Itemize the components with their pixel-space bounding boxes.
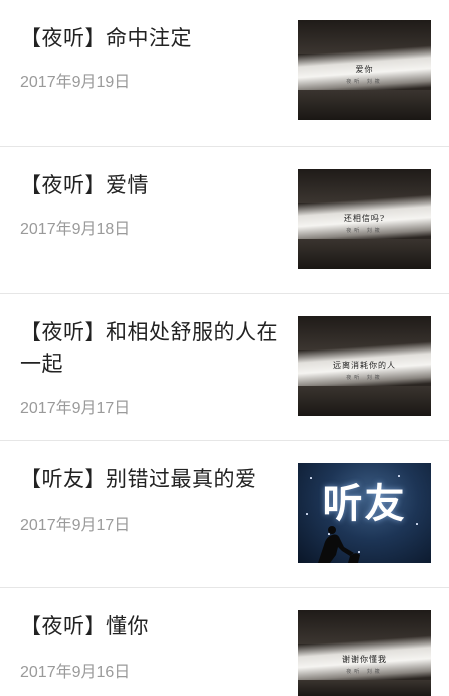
article-thumbnail[interactable]: 听友 xyxy=(298,463,431,563)
article-title[interactable]: 【听友】别错过最真的爱 xyxy=(20,463,278,495)
article-date: 2017年9月19日 xyxy=(20,74,131,91)
article-date: 2017年9月18日 xyxy=(20,221,131,238)
article-item[interactable]: 【听友】别错过最真的爱 2017年9月17日 听友 xyxy=(0,441,449,588)
article-list: 【夜听】命中注定 2017年9月19日 爱你 夜听 刘筱 【夜听】爱情 2017… xyxy=(0,0,449,696)
thumbnail-caption: 还相信吗? xyxy=(343,214,386,223)
article-title[interactable]: 【夜听】命中注定 xyxy=(20,22,278,54)
article-date: 2017年9月17日 xyxy=(20,517,131,534)
article-item[interactable]: 【夜听】命中注定 2017年9月19日 爱你 夜听 刘筱 xyxy=(0,0,449,147)
article-item[interactable]: 【夜听】懂你 2017年9月16日 谢谢你懂我 夜听 刘筱 xyxy=(0,588,449,696)
article-title[interactable]: 【夜听】和相处舒服的人在一起 xyxy=(20,316,278,380)
article-thumbnail[interactable]: 谢谢你懂我 夜听 刘筱 xyxy=(298,610,431,696)
article-thumbnail[interactable]: 还相信吗? 夜听 刘筱 xyxy=(298,169,431,269)
thumbnail-caption: 远离消耗你的人 xyxy=(333,361,396,370)
article-item[interactable]: 【夜听】和相处舒服的人在一起 2017年9月17日 远离消耗你的人 夜听 刘筱 xyxy=(0,294,449,441)
article-date: 2017年9月17日 xyxy=(20,400,131,417)
article-title[interactable]: 【夜听】懂你 xyxy=(20,610,278,642)
thumbnail-subcaption: 夜听 刘筱 xyxy=(346,669,383,675)
dancing-couple-silhouette xyxy=(318,526,360,563)
thumbnail-subcaption: 夜听 刘筱 xyxy=(346,79,383,85)
thumbnail-caption: 爱你 xyxy=(355,65,374,74)
thumbnail-caption: 谢谢你懂我 xyxy=(342,655,387,664)
article-thumbnail[interactable]: 远离消耗你的人 夜听 刘筱 xyxy=(298,316,431,416)
thumbnail-subcaption: 夜听 刘筱 xyxy=(346,228,383,234)
article-title[interactable]: 【夜听】爱情 xyxy=(20,169,278,201)
article-item[interactable]: 【夜听】爱情 2017年9月18日 还相信吗? 夜听 刘筱 xyxy=(0,147,449,294)
article-thumbnail[interactable]: 爱你 夜听 刘筱 xyxy=(298,20,431,120)
article-date: 2017年9月16日 xyxy=(20,664,131,681)
thumbnail-subcaption: 夜听 刘筱 xyxy=(346,375,383,381)
